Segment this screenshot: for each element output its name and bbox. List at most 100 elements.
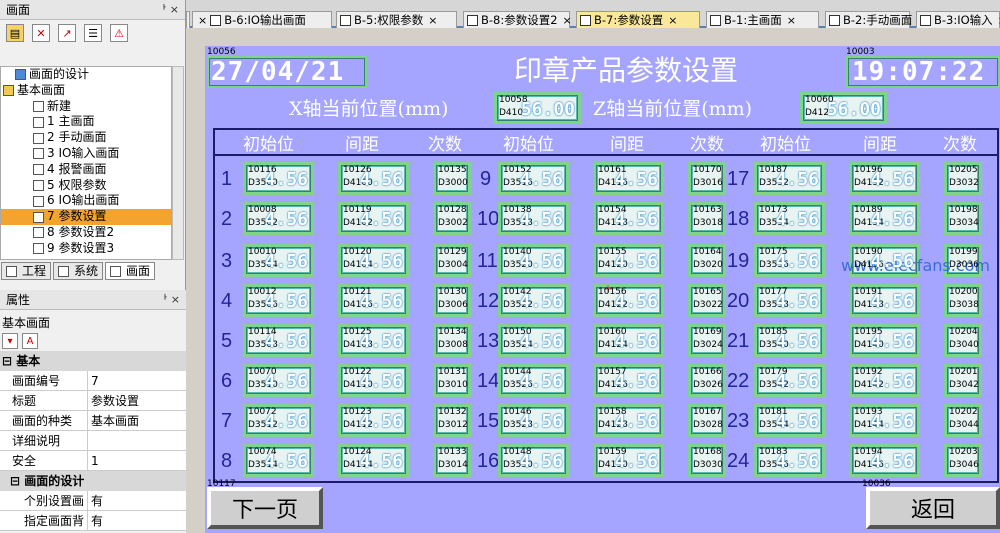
param-input-field[interactable]: 10132 D3012 [433,404,471,437]
param-input-field[interactable]: 10133 D3014 [433,444,471,477]
param-input-field[interactable]: 10202 D3044 [944,404,982,437]
param-input-field[interactable]: 10010 D3504 4.56 [243,244,314,277]
tab-screen[interactable]: 画面 [105,262,156,280]
tree-item[interactable]: 4 报警画面 [1,162,171,178]
param-input-field[interactable]: 10173 D3534 4.56 [754,202,825,235]
tree-item[interactable]: 7 参数设置 [1,209,171,225]
tab-4[interactable]: B-1:主画面 × [706,11,819,28]
param-input-field[interactable]: 10140 D3520 4.56 [498,244,569,277]
param-input-field[interactable]: 10150 D3524 4.56 [498,324,569,357]
param-input-field[interactable]: 10012 D3506 4.56 [243,284,314,317]
param-input-field[interactable]: 10160 D4124 4.56 [593,324,664,357]
param-input-field[interactable]: 10170 D3016 [688,162,726,195]
param-input-field[interactable]: 10148 D3530 4.56 [498,444,569,477]
param-input-field[interactable]: 10168 D3030 [688,444,726,477]
delete-icon[interactable]: ✕ [32,24,50,42]
param-input-field[interactable]: 10119 D4102 4.56 [338,202,409,235]
tab-0[interactable]: × B-6:IO输出画面 [192,11,332,28]
param-input-field[interactable]: 10142 D3522 4.56 [498,284,569,317]
param-input-field[interactable]: 10177 D3538 4.56 [754,284,825,317]
tree-item[interactable]: 9 参数设置3 [1,241,171,257]
panel-pin-close[interactable]: ᅡ × [156,0,179,20]
param-input-field[interactable]: 10193 D4144 4.56 [849,404,920,437]
param-input-field[interactable]: 10122 D4110 4.56 [338,364,409,397]
param-input-field[interactable]: 10144 D3526 4.56 [498,364,569,397]
tree-item[interactable]: 5 权限参数 [1,178,171,194]
param-input-field[interactable]: 10123 D4112 4.56 [338,404,409,437]
close-tab-icon[interactable]: × [787,13,796,28]
property-row[interactable]: 指定画面背有 [0,511,186,531]
props-group-basic[interactable]: ⊟ 基本 [0,351,186,371]
param-input-field[interactable]: 10169 D3024 [688,324,726,357]
param-input-field[interactable]: 10120 D4104 4.56 [338,244,409,277]
export-icon[interactable]: ↗ [58,24,76,42]
tree-item[interactable]: 画面的设计 [1,67,171,83]
tab-scroll[interactable] [186,11,190,28]
property-value[interactable]: 有 [88,511,186,530]
props-group-design[interactable]: ⊟ 画面的设计 [0,471,186,491]
property-value[interactable]: 参数设置 [88,391,186,410]
param-input-field[interactable]: 10200 D3038 [944,284,982,317]
close-tab-icon[interactable]: × [668,13,677,28]
param-input-field[interactable]: 10189 D4134 4.56 [849,202,920,235]
property-row[interactable]: 个别设置画有 [0,491,186,511]
param-input-field[interactable]: 10196 D4132 4.56 [849,162,920,195]
param-input-field[interactable]: 10008 D3502 4.56 [243,202,314,235]
param-input-field[interactable]: 10126 D4100 4.56 [338,162,409,195]
param-input-field[interactable]: 10185 D3540 4.56 [754,324,825,357]
tree-item[interactable]: 新建 [1,99,171,115]
property-value[interactable]: 基本画面 [88,411,186,430]
param-input-field[interactable]: 10159 D4130 4.56 [593,444,664,477]
tab-5[interactable]: B-2:手动画面× [825,11,926,28]
param-input-field[interactable]: 10070 D3510 4.56 [243,364,314,397]
tab-project[interactable]: 工程 [1,262,52,280]
param-input-field[interactable]: 10183 D3546 4.56 [754,444,825,477]
param-input-field[interactable]: 10166 D3026 [688,364,726,397]
param-input-field[interactable]: 10155 D4120 4.56 [593,244,664,277]
property-row[interactable]: 安全 1 [0,451,186,471]
param-input-field[interactable]: 10192 D4142 4.56 [849,364,920,397]
param-input-field[interactable]: 10195 D4140 4.56 [849,324,920,357]
param-input-field[interactable]: 10204 D3040 [944,324,982,357]
param-input-field[interactable]: 10154 D4118 4.56 [593,202,664,235]
param-input-field[interactable]: 10146 D3528 4.56 [498,404,569,437]
close-tab-icon[interactable]: × [428,13,437,28]
property-value[interactable]: 有 [88,491,186,510]
param-input-field[interactable]: 10164 D3020 [688,244,726,277]
param-input-field[interactable]: 10201 D3042 [944,364,982,397]
param-input-field[interactable]: 10165 D3022 [688,284,726,317]
warning-icon[interactable]: ⚠ [110,24,128,42]
param-input-field[interactable]: 10130 D3006 [433,284,471,317]
param-input-field[interactable]: 10191 D4138 4.56 [849,284,920,317]
param-input-field[interactable]: 10179 D3542 4.56 [754,364,825,397]
param-input-field[interactable]: 10129 D3004 [433,244,471,277]
param-input-field[interactable]: 10074 D3514 4.56 [243,444,314,477]
tree-item[interactable]: 1 主画面 [1,114,171,130]
property-row[interactable]: 标题 参数设置 [0,391,186,411]
sort-alpha-icon[interactable]: A [22,333,38,349]
param-input-field[interactable]: 10167 D3028 [688,404,726,437]
tree-item[interactable]: 基本画面 [1,83,171,99]
tab-3[interactable]: B-7:参数设置 × [576,11,700,28]
param-input-field[interactable]: 10157 D4126 4.56 [593,364,664,397]
param-input-field[interactable]: 10163 D3018 [688,202,726,235]
param-input-field[interactable]: 10194 D4146 4.56 [849,444,920,477]
param-input-field[interactable]: 10128 D3002 [433,202,471,235]
param-input-field[interactable]: 10125 D4108 4.56 [338,324,409,357]
tree-item[interactable]: 2 手动画面 [1,130,171,146]
param-input-field[interactable]: 10135 D3000 [433,162,471,195]
param-input-field[interactable]: 10138 D3518 4.56 [498,202,569,235]
param-input-field[interactable]: 10114 D3508 4.56 [243,324,314,357]
property-value[interactable]: 1 [88,451,186,470]
close-tab-icon[interactable]: × [198,13,207,28]
tab-1[interactable]: B-5:权限参数 × [336,11,457,28]
tree-item[interactable]: 8 参数设置2 [1,225,171,241]
param-input-field[interactable]: 10156 D4122 4.56 [593,284,664,317]
properties-pin-close[interactable]: ᅡ × [157,290,180,310]
tab-6[interactable]: B-3:IO输入× [916,11,1000,28]
sort-category-icon[interactable]: ▾ [2,333,18,349]
param-input-field[interactable]: 10152 D3516 4.56 [498,162,569,195]
param-input-field[interactable]: 10187 D3532 4.56 [754,162,825,195]
param-input-field[interactable]: 10203 D3046 [944,444,982,477]
param-input-field[interactable]: 10161 D4116 4.56 [593,162,664,195]
